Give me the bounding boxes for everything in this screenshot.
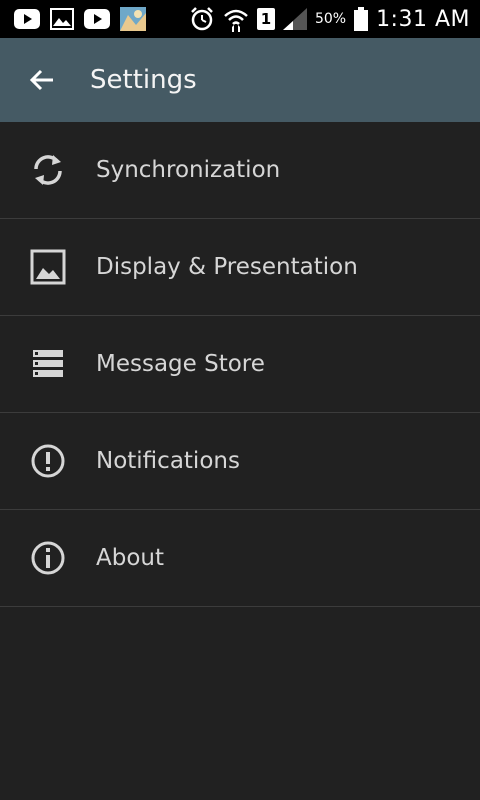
battery-icon: [354, 7, 369, 31]
settings-item-label: Synchronization: [96, 157, 281, 183]
app-bar: Settings: [0, 38, 480, 122]
image-icon: [30, 249, 66, 285]
clock: 1:31 AM: [376, 6, 470, 32]
settings-item-label: About: [96, 545, 165, 571]
settings-item-display-presentation[interactable]: Display & Presentation: [0, 219, 480, 316]
youtube-icon: [14, 9, 40, 29]
alert-circle-icon: [30, 443, 66, 479]
settings-item-label: Notifications: [96, 448, 240, 474]
youtube-icon: [84, 9, 110, 29]
sim-1-icon: 1: [256, 8, 275, 30]
settings-item-notifications[interactable]: Notifications: [0, 413, 480, 510]
sync-icon: [30, 152, 66, 188]
wifi-icon: [224, 9, 248, 32]
system-status: 1 50% 1:31 AM: [189, 0, 470, 38]
app-thumbnail-icon: [120, 7, 146, 31]
settings-item-label: Message Store: [96, 351, 265, 377]
settings-item-label: Display & Presentation: [96, 254, 358, 280]
back-button[interactable]: [22, 60, 62, 100]
settings-item-synchronization[interactable]: Synchronization: [0, 122, 480, 219]
arrow-left-icon: [29, 69, 53, 91]
info-icon: [30, 540, 66, 576]
storage-icon: [30, 346, 66, 382]
status-bar: 1 50% 1:31 AM: [0, 0, 480, 38]
battery-percent: 50%: [314, 11, 347, 27]
settings-list: Synchronization Display & Presentation M…: [0, 122, 480, 607]
settings-item-message-store[interactable]: Message Store: [0, 316, 480, 413]
notification-icons: [14, 0, 146, 38]
page-title: Settings: [90, 65, 197, 95]
settings-item-about[interactable]: About: [0, 510, 480, 607]
signal-icon: [282, 8, 307, 30]
gallery-icon: [50, 8, 74, 30]
alarm-icon: [191, 7, 213, 31]
